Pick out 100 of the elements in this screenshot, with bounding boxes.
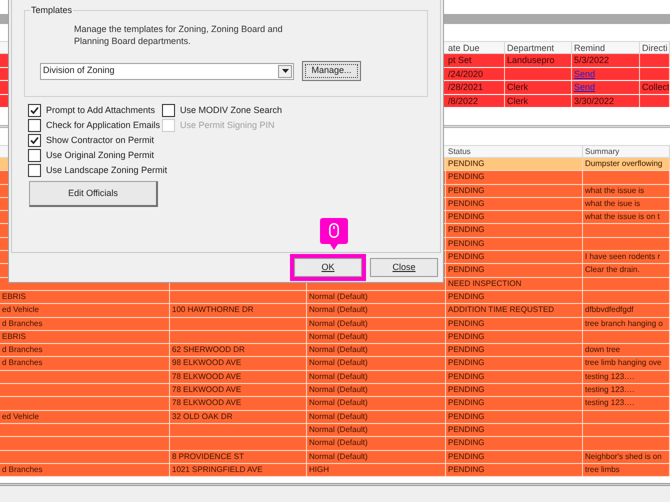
table-cell: EBRIS (2, 292, 26, 301)
table-cell: Dumpster overflowing (585, 159, 662, 168)
checkbox[interactable] (28, 164, 41, 177)
option-label: Show Contractor on Permit (46, 134, 154, 147)
checkbox[interactable] (162, 104, 175, 117)
table-cell: PENDING (448, 358, 484, 368)
edit-officials-button[interactable]: Edit Officials (29, 181, 158, 207)
table-cell: PENDING (448, 238, 484, 248)
option-label: Use Permit Signing PIN (180, 118, 275, 132)
option-label: Use Original Zoning Permit (46, 148, 154, 162)
table-cell: what the issue is on t (585, 212, 660, 222)
table-cell: 98 ELKWOOD AVE (172, 358, 242, 368)
table-cell: PENDING (448, 398, 484, 408)
table-cell: Normal (Default) (309, 438, 368, 448)
table-cell: PENDING (448, 318, 484, 328)
checkbox[interactable] (28, 104, 41, 117)
table-cell: NEED INSPECTION (448, 278, 522, 288)
option-label: Check for Application Emails (46, 118, 160, 132)
mouse-icon (329, 223, 339, 238)
table-cell: Clerk (507, 96, 528, 106)
table-row[interactable]: 78 ELKWOOD AVE Normal (Default) PENDING testing 123…. (0, 397, 670, 411)
table-cell: Clear the drain. (585, 265, 640, 274)
table-cell: PENDING (448, 412, 484, 421)
table-cell: what the isue is (585, 198, 640, 208)
table-row[interactable]: ed Vehicle 32 OLD OAK DR Normal (Default) PENDING (0, 410, 670, 424)
table-cell: 8 PROVIDENCE ST (172, 452, 244, 461)
table-row[interactable]: EBRIS Normal (Default) PENDING (0, 290, 670, 304)
table-cell: testing 123…. (585, 385, 634, 394)
table-row[interactable]: d Branches 98 ELKWOOD AVE Normal (Default) PENDING tree limb hanging ove (0, 357, 670, 371)
table-cell: 100 HAWTHORNE DR (172, 305, 254, 314)
column-header[interactable]: Directi (642, 43, 668, 53)
table-cell: PENDING (448, 438, 484, 448)
column-header[interactable]: Status (448, 147, 471, 156)
table-cell: 62 SHERWOOD DR (172, 345, 245, 354)
column-header[interactable]: ate Due (448, 43, 480, 53)
table-cell: dfbbvdfedfgdf (585, 305, 634, 314)
table-cell: Normal (Default) (309, 372, 368, 381)
table-row[interactable]: 78 ELKWOOD AVE Normal (Default) PENDING testing 123…. (0, 370, 670, 384)
table-row[interactable]: 8 PROVIDENCE ST Normal (Default) PENDING Neighbor's shed is on (0, 450, 670, 464)
table-cell: Normal (Default) (309, 332, 368, 341)
table-cell: Neighbor's shed is on (585, 452, 662, 461)
table-cell: PENDING (448, 172, 484, 182)
table-cell: ed Vehicle (2, 305, 39, 314)
close-button[interactable]: Close (370, 258, 438, 277)
table-cell: 78 ELKWOOD AVE (172, 372, 242, 381)
option-label: Use Landscape Zoning Permit (46, 164, 168, 177)
table-cell: what the issue is (585, 186, 644, 195)
table-cell: pt Set (448, 55, 472, 65)
checkbox[interactable] (28, 149, 41, 162)
table-cell: PENDING (448, 198, 484, 208)
table-cell: 32 OLD OAK DR (172, 412, 232, 421)
ok-button[interactable]: OK (294, 258, 362, 277)
table-row[interactable]: EBRIS Normal (Default) PENDING (0, 330, 670, 344)
table-cell: I have seen rodents r (585, 252, 660, 262)
table-cell: Normal (Default) (309, 345, 368, 354)
table-cell: Normal (Default) (309, 452, 368, 461)
template-dropdown[interactable]: Division of Zoning (40, 62, 294, 80)
table-cell: Normal (Default) (309, 398, 368, 408)
table-cell: PENDING (448, 345, 484, 354)
table-cell: PENDING (448, 265, 484, 274)
column-header[interactable]: Remind (574, 43, 606, 53)
table-cell: down tree (585, 345, 620, 354)
table-cell: ed Vehicle (2, 412, 39, 421)
table-cell: /28/2021 (448, 82, 484, 92)
table-cell: EBRIS (2, 332, 26, 341)
table-row[interactable]: d Branches Normal (Default) PENDING tree branch hanging o (0, 318, 670, 331)
column-header[interactable]: Summary (585, 147, 620, 156)
table-cell: Landusepro (507, 55, 555, 65)
column-header[interactable]: Department (507, 43, 554, 53)
table-cell: d Branches (2, 345, 42, 354)
checkbox[interactable] (28, 134, 41, 147)
table-cell: PENDING (448, 292, 484, 301)
table-cell: tree branch hanging o (585, 318, 663, 328)
option-label: Use MODIV Zone Search (180, 104, 282, 117)
description-text: Manage the templates for Zoning, Zoning Board and Planning Board departments. (74, 23, 284, 47)
table-row[interactable]: ed Vehicle 100 HAWTHORNE DR Normal (Default) ADDITION TIME REQUSTED dfbbvdfedfgdf (0, 304, 670, 318)
table-cell: PENDING (448, 252, 484, 262)
checkbox[interactable] (28, 119, 41, 132)
table-cell: PENDING (448, 212, 484, 222)
table-cell: d Branches (2, 358, 42, 368)
table-cell: Normal (Default) (309, 318, 368, 328)
option-label: Prompt to Add Attachments (46, 104, 156, 117)
table-row[interactable]: d Branches 62 SHERWOOD DR Normal (Default) PENDING down tree (0, 344, 670, 358)
table-cell: ADDITION TIME REQUSTED (448, 305, 554, 314)
table-cell: tree limbs (585, 464, 620, 474)
table-cell: 78 ELKWOOD AVE (172, 385, 242, 394)
manage-button[interactable]: Manage... (302, 61, 361, 81)
table-cell: d Branches (2, 464, 42, 474)
table-cell: PENDING (448, 424, 484, 434)
table-cell: PENDING (448, 385, 484, 394)
table-row[interactable]: 78 ELKWOOD AVE Normal (Default) PENDING testing 123…. (0, 384, 670, 398)
table-cell: PENDING (448, 225, 484, 234)
table-cell: d Branches (2, 318, 42, 328)
table-row[interactable]: Normal (Default) PENDING (0, 437, 670, 451)
table-cell: 5/3/2022 (574, 55, 610, 65)
table-row[interactable]: d Branches 1021 SPRINGFIELD AVE HIGH PENDING tree limbs (0, 464, 670, 478)
table-cell: Normal (Default) (309, 424, 368, 434)
table-row[interactable]: Normal (Default) PENDING (0, 424, 670, 438)
table-cell: 1021 SPRINGFIELD AVE (172, 464, 263, 474)
table-cell: Normal (Default) (309, 385, 368, 394)
